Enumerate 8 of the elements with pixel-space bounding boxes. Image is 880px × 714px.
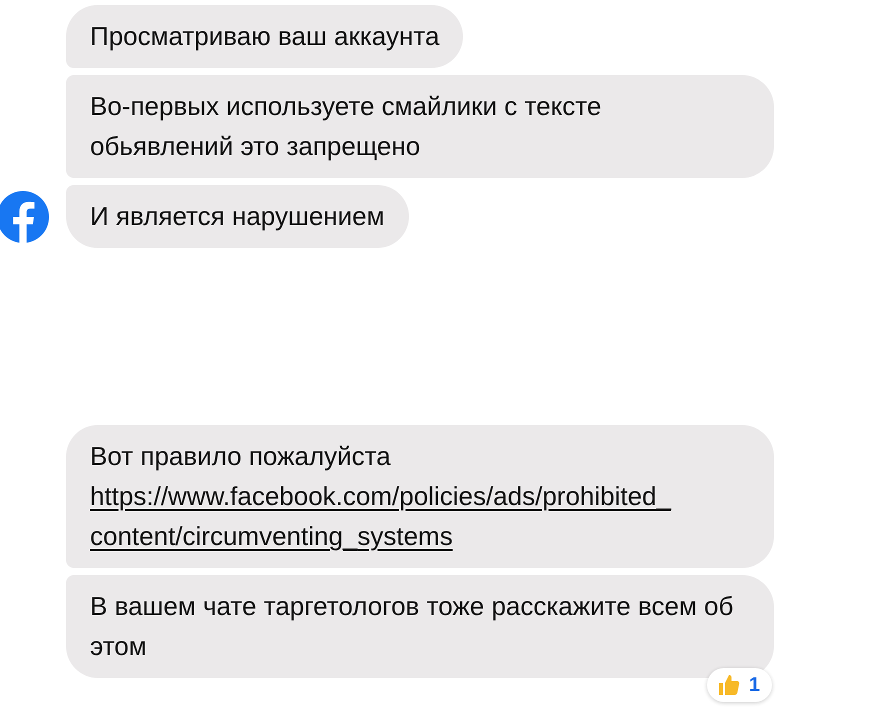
reaction-count: 1 [748, 673, 760, 698]
message-text: И является нарушением [90, 200, 384, 233]
message-link[interactable]: https://www.facebook.com/policies/ads/prohibited_content/circumventing_systems [90, 476, 750, 556]
message-text: В вашем чате таргетологов тоже расскажите всем об этом [90, 590, 734, 663]
message-text: Во-первых используете смайлики с тексте обьявлений это запрещено [90, 90, 602, 163]
thumbs-up-icon [716, 673, 741, 697]
message-text: Просматриваю ваш аккаунта [90, 20, 440, 53]
message-text: Вот правило пожалуйста [90, 440, 392, 473]
